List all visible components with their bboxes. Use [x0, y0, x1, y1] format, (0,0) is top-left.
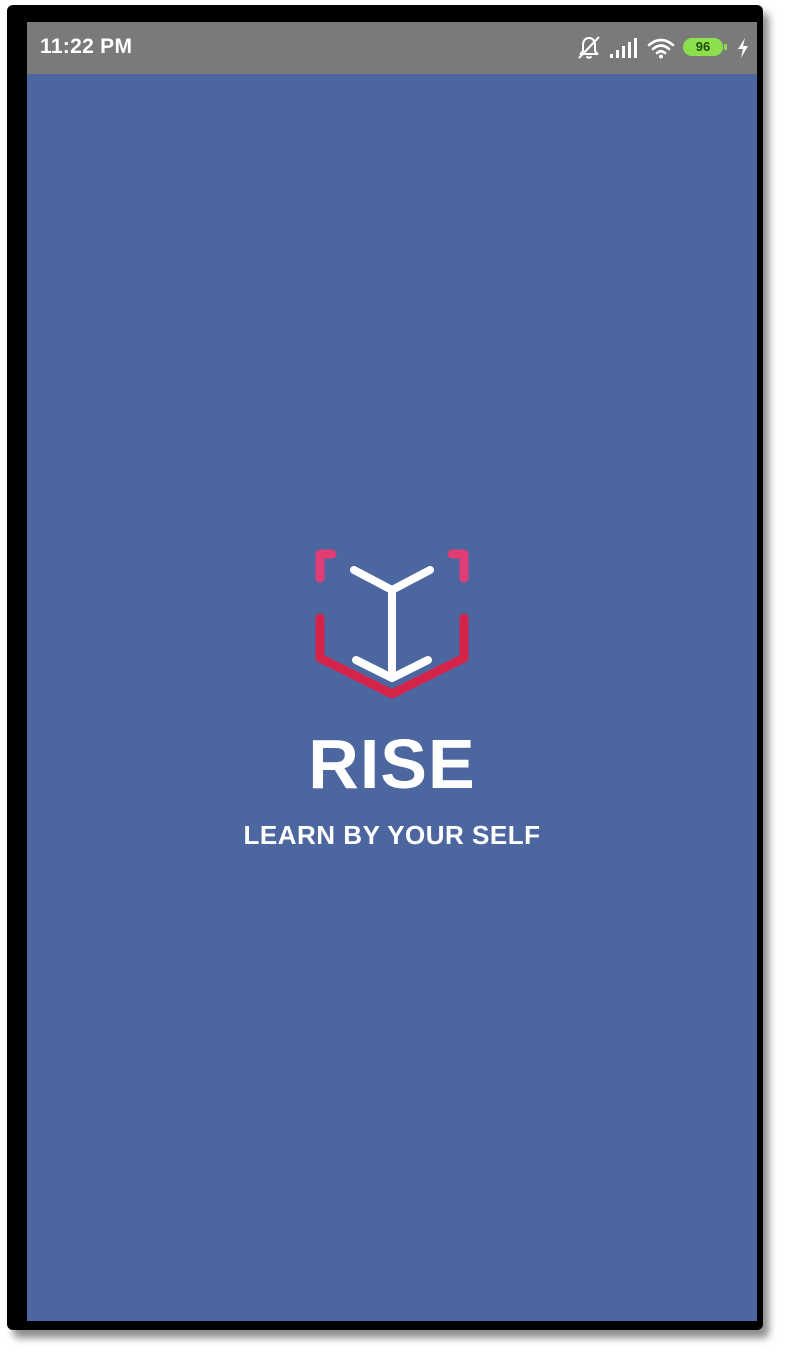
splash-screen: RISE LEARN BY YOUR SELF: [27, 74, 757, 1321]
device-screen: 11:22 PM 96 RISE LEARN BY YOUR SELF: [27, 22, 757, 1321]
battery-level: 96: [695, 39, 711, 54]
app-tagline: LEARN BY YOUR SELF: [243, 820, 541, 850]
charging-icon: [737, 37, 749, 59]
status-time: 11:22 PM: [40, 35, 133, 58]
app-title: RISE: [308, 725, 476, 803]
status-icons: 96: [577, 32, 749, 64]
signal-icon: [609, 37, 639, 59]
status-bar: 11:22 PM 96: [27, 22, 757, 74]
wifi-icon: [647, 37, 675, 59]
device-frame: 11:22 PM 96 RISE LEARN BY YOUR SELF: [7, 5, 763, 1330]
battery-icon: 96: [683, 38, 729, 58]
book-icon: [312, 548, 472, 699]
bell-off-icon: [577, 35, 601, 61]
